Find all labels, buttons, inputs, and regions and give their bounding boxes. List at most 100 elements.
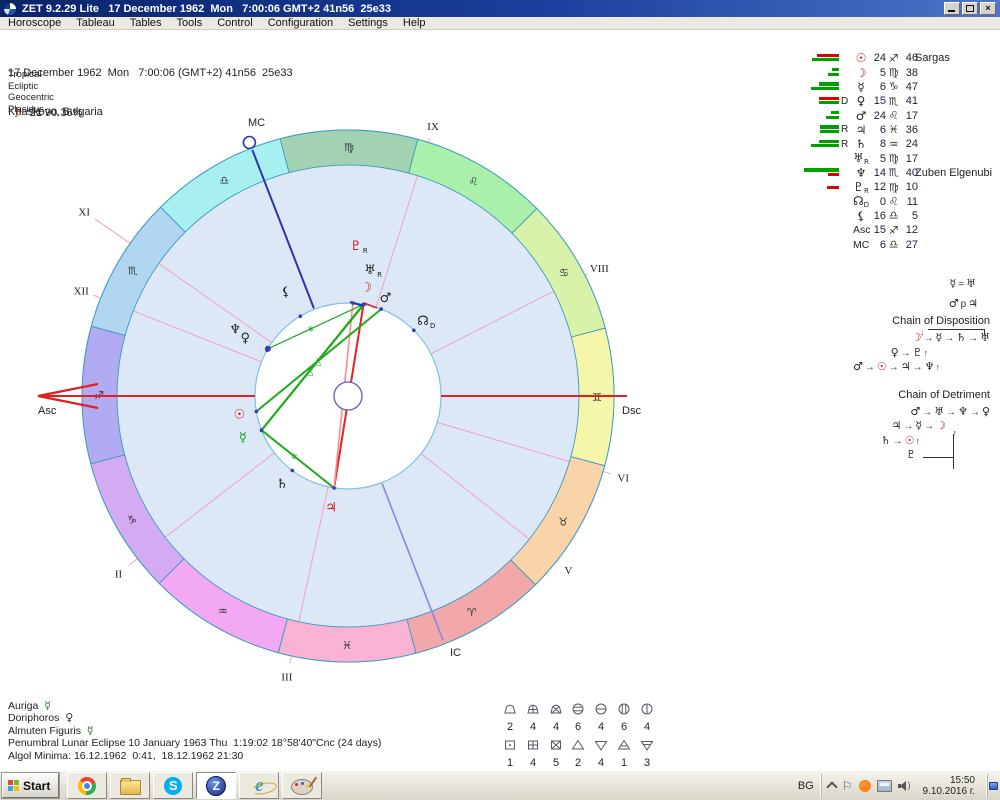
- planet-dot: [291, 469, 295, 473]
- planet-dot: [362, 303, 366, 307]
- network-icon[interactable]: [877, 780, 892, 792]
- tray-clock[interactable]: 15:50 9.10.2016 г.: [917, 775, 981, 797]
- taskbar-button-ie[interactable]: e: [239, 772, 279, 799]
- minutes: 27: [901, 239, 918, 251]
- dignity-bars: [787, 111, 839, 121]
- element-statistics: 64642413: [571, 702, 654, 772]
- volume-icon[interactable]: ): [898, 780, 911, 792]
- show-desktop-button[interactable]: [987, 774, 998, 798]
- sign-icon: ♐: [886, 224, 901, 237]
- wheel-mars-icon: ♂: [380, 291, 392, 306]
- planet-dot: [254, 410, 258, 414]
- window-title: ZET 9.2.29 Lite 17 December 1962 Mon 7:0…: [22, 3, 944, 15]
- dsc-label: Dsc: [622, 405, 641, 417]
- stat-count: 4: [526, 722, 540, 733]
- minutes: 41: [901, 95, 918, 107]
- node-icon: ☊D: [853, 194, 869, 209]
- chain-planet-icon: ☉: [905, 434, 915, 447]
- taskbar-button-explorer[interactable]: [110, 772, 150, 799]
- saturn-icon: ♄: [853, 137, 869, 151]
- chevron-up-icon[interactable]: [826, 781, 837, 792]
- dignity-bars: [787, 197, 839, 207]
- menu-item-tools[interactable]: Tools: [177, 17, 203, 29]
- menu-item-help[interactable]: Help: [403, 17, 426, 29]
- planet-row-mc: MC6♎27: [787, 237, 918, 251]
- menu-item-tableau[interactable]: Tableau: [76, 17, 115, 29]
- flag-icon[interactable]: ⚐: [842, 779, 853, 793]
- tri-down-bar-icon: [640, 738, 654, 756]
- sign-icon: ♑: [886, 80, 901, 93]
- moon-day-value: 21 90.36%: [30, 107, 83, 119]
- chain-row: ♂→♅→♆→♀: [818, 405, 992, 420]
- menu-item-tables[interactable]: Tables: [130, 17, 162, 29]
- taskbar-button-skype[interactable]: S: [153, 772, 193, 799]
- planet-row-asc: Asc15♐12: [787, 223, 918, 237]
- wheel-saturn-icon: ♄: [276, 477, 288, 492]
- planet-dot: [265, 346, 271, 352]
- taskbar: Start SZe BG ⚐ ) 15:50 9.10.2016 г.: [0, 770, 1000, 800]
- moon-icon: ☽: [10, 106, 21, 120]
- mercury-icon: ☿: [853, 80, 869, 94]
- chain-planet-icon: ♇: [906, 448, 916, 461]
- mc-label: MC: [853, 239, 869, 251]
- dignity-bars: [787, 182, 839, 192]
- taskbar-button-paint[interactable]: [282, 772, 322, 799]
- circ-v-icon: [640, 702, 654, 720]
- sq-cross-icon: [526, 738, 540, 756]
- language-indicator[interactable]: BG: [791, 780, 821, 792]
- menu-item-configuration[interactable]: Configuration: [268, 17, 333, 29]
- sign-icon: ♎: [886, 209, 901, 222]
- app-icon: [3, 2, 17, 16]
- system-tray: BG ⚐ ) 15:50 9.10.2016 г.: [791, 773, 998, 799]
- taskbar-button-zet[interactable]: Z: [196, 772, 236, 799]
- zodiac-sign-icon: ♑: [127, 514, 137, 527]
- wheel-uranus-icon: ♅: [364, 263, 376, 278]
- chain-row: ♀→♇↑: [818, 346, 992, 361]
- tray-time: 15:50: [950, 775, 975, 786]
- fixed-star-label: Zuben Elgenubi: [915, 167, 992, 179]
- circ-hh-icon: [571, 702, 585, 720]
- uranus-icon: ♅R: [853, 151, 869, 166]
- footnote-line: Algol Minima: 16.12.1962 0:41, 18.12.196…: [8, 750, 381, 762]
- sun-icon: ☉: [853, 51, 869, 65]
- menu-item-horoscope[interactable]: Horoscope: [8, 17, 61, 29]
- degrees: 24: [869, 52, 886, 64]
- planet-position-table: ☉24♐46Sargas☽5♍38☿6♑47D♀15♏41♂24♌17R♃6♓3…: [787, 51, 918, 252]
- zodiac-sign-icon: ♓: [342, 639, 352, 652]
- stat-count: 2: [503, 722, 517, 733]
- circ-vv-icon: [617, 702, 631, 720]
- menu-item-settings[interactable]: Settings: [348, 17, 388, 29]
- planet-dot: [351, 301, 355, 305]
- start-button[interactable]: Start: [2, 773, 59, 798]
- sign-icon: ♏: [886, 95, 901, 108]
- windows-flag-icon: [8, 780, 19, 791]
- wheel-mercury-icon: ☿: [239, 431, 247, 446]
- restore-button[interactable]: [962, 2, 978, 15]
- planet-row-uranus: ♅R5♍17: [787, 151, 918, 165]
- motion-letter: R: [839, 139, 853, 150]
- dignity-bars: [787, 139, 839, 149]
- house-label-VI: VI: [617, 473, 629, 485]
- dignity-bars: [787, 240, 839, 250]
- chain-planet-icon: ☉: [877, 360, 887, 373]
- taskbar-button-chrome[interactable]: [67, 772, 107, 799]
- chain-planet-icon: ♆: [958, 405, 968, 418]
- chain-row: ♇: [818, 448, 992, 463]
- close-button[interactable]: ×: [980, 2, 996, 15]
- house-label-V: V: [565, 565, 573, 577]
- tri-up-bar-icon: [617, 738, 631, 756]
- stat-count: 4: [526, 758, 540, 769]
- quick-launch-bar: SZe: [67, 772, 322, 799]
- stat-count: 5: [549, 758, 563, 769]
- planet-row-sun: ☉24♐46Sargas: [787, 51, 918, 65]
- sign-icon: ♒: [886, 138, 901, 151]
- wheel-moon-icon: ☽: [360, 281, 372, 296]
- house-label-IX: IX: [427, 121, 439, 133]
- chain-arrow: →: [889, 362, 899, 373]
- menu-item-control[interactable]: Control: [217, 17, 252, 29]
- title-bar[interactable]: ZET 9.2.29 Lite 17 December 1962 Mon 7:0…: [0, 0, 1000, 17]
- stat-count: 1: [503, 758, 517, 769]
- minimize-button[interactable]: [944, 2, 960, 15]
- antivirus-icon[interactable]: [859, 780, 871, 792]
- minutes: 17: [901, 153, 918, 165]
